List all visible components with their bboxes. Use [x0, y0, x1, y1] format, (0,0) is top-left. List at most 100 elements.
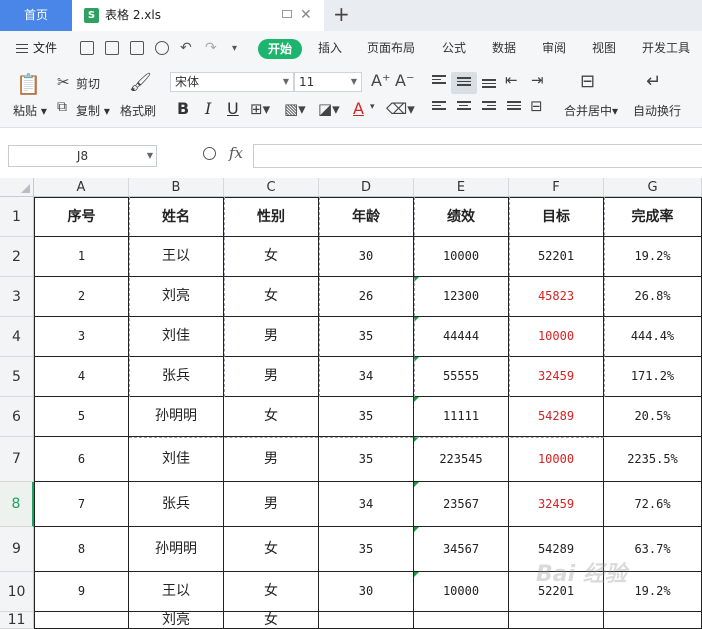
column-header-d[interactable]: D	[319, 178, 414, 197]
table-cell[interactable]	[509, 612, 604, 629]
table-cell[interactable]: 6	[34, 437, 129, 482]
table-cell[interactable]: 35	[319, 437, 414, 482]
decrease-indent-icon[interactable]: ⇤	[505, 71, 518, 89]
table-cell[interactable]: 女	[224, 612, 319, 629]
column-header-b[interactable]: B	[129, 178, 224, 197]
table-cell[interactable]: 男	[224, 437, 319, 482]
align-bottom-icon[interactable]	[482, 79, 496, 91]
table-cell[interactable]: 35	[319, 527, 414, 572]
merge-center-button[interactable]: 合并居中▾	[564, 102, 618, 119]
align-center-icon[interactable]	[457, 101, 471, 113]
table-cell[interactable]: 3	[34, 317, 129, 357]
font-name-select[interactable]: 宋体 ▼	[170, 72, 294, 92]
table-cell[interactable]: 23567	[414, 482, 509, 527]
save-icon[interactable]	[80, 41, 94, 55]
table-cell[interactable]: 34	[319, 357, 414, 397]
wrap-text-icon[interactable]: ↵	[646, 71, 661, 92]
table-cell[interactable]: 444.4%	[604, 317, 702, 357]
row-header-1[interactable]: 1	[0, 197, 34, 237]
table-cell[interactable]: 30	[319, 572, 414, 612]
menu-item-data[interactable]: 数据	[492, 31, 516, 66]
table-cell[interactable]: 女	[224, 397, 319, 437]
font-color-dropdown-icon[interactable]: ▾	[370, 102, 375, 112]
cut-icon[interactable]: ✂	[57, 73, 70, 91]
table-cell[interactable]: 张兵	[129, 357, 224, 397]
auto-wrap-button[interactable]: 自动换行	[633, 102, 681, 119]
table-cell[interactable]: 32459	[509, 357, 604, 397]
table-cell[interactable]: 2235.5%	[604, 437, 702, 482]
table-cell[interactable]: 男	[224, 357, 319, 397]
row-header-5[interactable]: 5	[0, 357, 34, 397]
table-cell[interactable]: 35	[319, 397, 414, 437]
column-header-e[interactable]: E	[414, 178, 509, 197]
header-cell[interactable]: 目标	[509, 197, 604, 237]
row-header-4[interactable]: 4	[0, 317, 34, 357]
table-cell[interactable]: 张兵	[129, 482, 224, 527]
fx-icon[interactable]: fx	[229, 144, 243, 162]
table-cell[interactable]: 55555	[414, 357, 509, 397]
table-cell[interactable]: 女	[224, 527, 319, 572]
table-cell[interactable]: 5	[34, 397, 129, 437]
table-cell[interactable]	[604, 612, 702, 629]
cut-button[interactable]: 剪切	[76, 75, 100, 92]
cell-style-icon[interactable]: ▧▾	[284, 100, 306, 118]
quick-access-dropdown-icon[interactable]: ▾	[232, 31, 237, 66]
table-cell[interactable]: 54289	[509, 397, 604, 437]
align-right-icon[interactable]	[482, 101, 496, 113]
menu-item-home[interactable]: 开始	[258, 39, 302, 59]
row-header-6[interactable]: 6	[0, 397, 34, 437]
column-header-f[interactable]: F	[509, 178, 604, 197]
copy-icon[interactable]: ⧉	[57, 99, 67, 115]
name-box[interactable]: J8 ▼	[8, 145, 157, 167]
table-cell[interactable]: 刘亮	[129, 612, 224, 629]
row-header-10[interactable]: 10	[0, 572, 34, 612]
table-cell[interactable]: 男	[224, 317, 319, 357]
menu-item-review[interactable]: 审阅	[542, 31, 566, 66]
export-icon[interactable]	[105, 41, 119, 55]
border-icon[interactable]: ⊞▾	[250, 100, 270, 118]
row-header-7[interactable]: 7	[0, 437, 34, 482]
clear-icon[interactable]: ⌫▾	[386, 100, 415, 118]
paste-button[interactable]: 粘贴 ▾	[13, 102, 47, 119]
table-cell[interactable]: 刘佳	[129, 437, 224, 482]
align-top-icon[interactable]	[432, 75, 446, 87]
table-cell[interactable]: 2	[34, 277, 129, 317]
italic-button[interactable]: I	[205, 99, 211, 118]
undo-icon[interactable]: ↶	[180, 31, 192, 66]
table-cell[interactable]: 1	[34, 237, 129, 277]
select-all-corner[interactable]	[0, 178, 34, 197]
row-header-2[interactable]: 2	[0, 237, 34, 277]
formula-input[interactable]	[253, 144, 702, 168]
table-cell[interactable]: 10000	[509, 437, 604, 482]
row-header-9[interactable]: 9	[0, 527, 34, 572]
header-cell[interactable]: 完成率	[604, 197, 702, 237]
tab-home[interactable]: 首页	[0, 0, 72, 31]
table-cell[interactable]: 44444	[414, 317, 509, 357]
table-cell[interactable]: 王以	[129, 237, 224, 277]
increase-font-icon[interactable]: A⁺	[371, 71, 390, 90]
underline-button[interactable]: U	[227, 99, 239, 118]
paste-icon[interactable]: 📋	[16, 72, 41, 96]
table-cell[interactable]: 4	[34, 357, 129, 397]
table-cell[interactable]	[319, 612, 414, 629]
table-cell[interactable]: 34	[319, 482, 414, 527]
table-cell[interactable]: 10000	[414, 237, 509, 277]
table-cell[interactable]	[414, 612, 509, 629]
decrease-font-icon[interactable]: A⁻	[395, 71, 414, 90]
table-cell[interactable]: 刘佳	[129, 317, 224, 357]
table-cell[interactable]: 35	[319, 317, 414, 357]
header-cell[interactable]: 性别	[224, 197, 319, 237]
menu-item-page-layout[interactable]: 页面布局	[367, 31, 415, 66]
table-cell[interactable]: 12300	[414, 277, 509, 317]
zoom-icon[interactable]	[203, 147, 216, 160]
new-tab-button[interactable]: +	[333, 0, 350, 29]
format-painter-button[interactable]: 格式刷	[120, 102, 156, 119]
row-header-3[interactable]: 3	[0, 277, 34, 317]
print-preview-icon[interactable]	[155, 41, 169, 55]
justify-icon[interactable]	[507, 101, 521, 113]
table-cell[interactable]: 19.2%	[604, 237, 702, 277]
table-cell[interactable]: 王以	[129, 572, 224, 612]
menu-item-insert[interactable]: 插入	[318, 31, 342, 66]
fill-color-icon[interactable]: ◪▾	[318, 100, 340, 118]
close-icon[interactable]: ✕	[300, 0, 312, 31]
